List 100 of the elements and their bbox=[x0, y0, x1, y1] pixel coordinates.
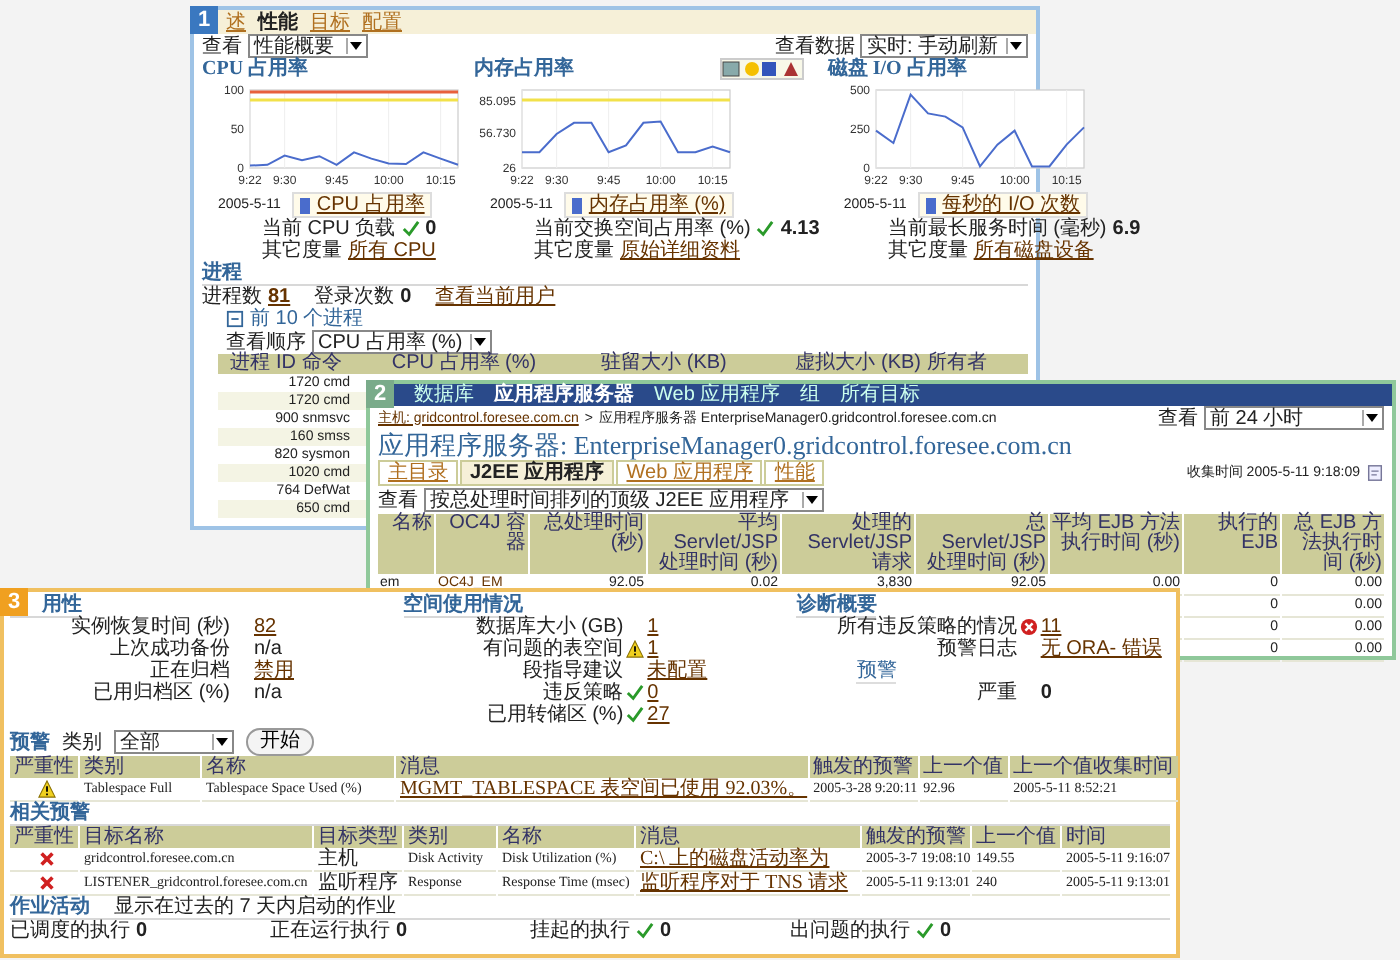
field-link[interactable]: 27 bbox=[647, 704, 777, 726]
table-cell: 监听程序 bbox=[314, 872, 402, 896]
sort-select[interactable]: CPU 占用率 (%) bbox=[312, 330, 493, 354]
chart-legend[interactable]: 每秒的 I/O 次数 bbox=[918, 192, 1089, 218]
subtab[interactable]: 主目录 bbox=[378, 460, 458, 484]
process-count[interactable]: 81 bbox=[268, 286, 291, 308]
chart-legend[interactable]: CPU 占用率 bbox=[292, 192, 433, 218]
table-view-select[interactable]: 按总处理时间排列的顶级 J2EE 应用程序 bbox=[424, 488, 824, 512]
column-header: 目标名称 bbox=[80, 826, 312, 848]
page-title: 应用程序服务器: EnterpriseManager0.gridcontrol.foresee.com.cn bbox=[378, 430, 1074, 460]
column-header: 名称 bbox=[498, 826, 634, 848]
tab[interactable]: 述 bbox=[226, 11, 246, 33]
section-title: 空间使用情况 bbox=[403, 594, 524, 618]
field-label: 已用归档区 (%) bbox=[91, 682, 230, 704]
data-view-label: 查看数据 bbox=[774, 35, 855, 57]
metric-value: 6.9 bbox=[1112, 218, 1141, 240]
field-label: 正在归档 bbox=[150, 660, 230, 682]
column-header: CPU 占用率 (%) bbox=[389, 354, 539, 374]
field-label: 上次成功备份 bbox=[108, 638, 230, 660]
job-count: 0 bbox=[660, 920, 672, 942]
field-value: n/a bbox=[254, 682, 284, 704]
field-link[interactable]: 禁用 bbox=[254, 660, 384, 682]
metrics-link[interactable]: 原始详细资料 bbox=[620, 240, 740, 262]
job-count: 0 bbox=[136, 920, 148, 942]
column-header: 消息 bbox=[396, 756, 808, 778]
column-header: 总 EJB 方法执行时间 (秒) bbox=[1282, 514, 1384, 574]
tab[interactable]: 应用程序服务器 bbox=[494, 384, 634, 406]
metric-label: 当前最长服务时间 (毫秒) bbox=[887, 218, 1107, 240]
period-select[interactable]: 前 24 小时 bbox=[1204, 406, 1384, 430]
category-select[interactable]: 全部 bbox=[114, 730, 234, 754]
subtab[interactable]: J2EE 应用程序 bbox=[460, 460, 615, 484]
caret-icon bbox=[346, 38, 364, 54]
column-header: 消息 bbox=[636, 826, 860, 848]
view-select[interactable]: 性能概要 bbox=[248, 34, 368, 58]
subtab[interactable]: 性能 bbox=[764, 460, 825, 484]
field-label: 实例恢复时间 (秒) bbox=[69, 616, 230, 638]
column-header: 驻留大小 (KB) bbox=[599, 354, 729, 374]
field-label: 严重 bbox=[974, 682, 1017, 704]
caret-icon bbox=[1006, 38, 1024, 54]
legend-label: 每秒的 I/O 次数 bbox=[942, 194, 1081, 216]
alert-message-link[interactable]: 监听程序对于 TNS 请求 bbox=[636, 872, 860, 896]
go-button[interactable]: 开始 bbox=[246, 728, 314, 756]
current-users-link[interactable]: 查看当前用户 bbox=[435, 286, 556, 308]
field-link[interactable]: 11 bbox=[1040, 616, 1170, 638]
tab[interactable]: 性能 bbox=[258, 11, 298, 33]
data-view-select[interactable]: 实时: 手动刷新 bbox=[860, 34, 1028, 58]
chart-toolbar[interactable] bbox=[719, 58, 804, 80]
process-count-label: 进程数 bbox=[202, 286, 262, 308]
field-label: 有问题的表空间 bbox=[481, 638, 624, 660]
subsection-title: 预警 bbox=[856, 660, 897, 684]
field-label: 违反策略 bbox=[541, 682, 624, 704]
tab[interactable]: 配置 bbox=[362, 11, 402, 33]
tab[interactable]: 组 bbox=[800, 384, 821, 406]
metric-value: 0 bbox=[425, 218, 437, 240]
field-link[interactable]: 82 bbox=[254, 616, 384, 638]
column-header: OC4J 容器 bbox=[436, 514, 528, 574]
field-link[interactable]: 无 ORA- 错误 bbox=[1040, 638, 1170, 660]
field-label: 段指导建议 bbox=[521, 660, 624, 682]
job-label: 挂起的执行 bbox=[530, 920, 630, 942]
step-badge: 2 bbox=[366, 380, 394, 408]
field-link[interactable]: 1 bbox=[647, 616, 777, 638]
field-label: 数据库大小 (GB) bbox=[473, 616, 624, 638]
step-badge: 3 bbox=[0, 588, 28, 616]
column-header: 时间 bbox=[1062, 826, 1170, 848]
step-badge: 1 bbox=[190, 6, 218, 34]
column-header: 上一个值 bbox=[972, 826, 1060, 848]
field-value: 0 bbox=[1040, 682, 1054, 704]
metrics-link[interactable]: 所有 CPU bbox=[348, 240, 436, 262]
chart-title: 磁盘 I/O 占用率 bbox=[827, 58, 967, 80]
chart-legend[interactable]: 内存占用率 (%) bbox=[564, 192, 734, 218]
field-label: 所有违反策略的情况 bbox=[834, 616, 1017, 638]
job-count: 0 bbox=[396, 920, 408, 942]
field-link[interactable]: 0 bbox=[647, 682, 777, 704]
job-label: 正在运行执行 bbox=[270, 920, 390, 942]
alert-message-link[interactable]: C:\ 上的磁盘活动率为 bbox=[636, 848, 860, 872]
caret-icon bbox=[802, 492, 820, 508]
metric-label: 当前 CPU 负载 bbox=[262, 218, 396, 240]
tab[interactable]: Web 应用程序 bbox=[654, 384, 781, 406]
subtab[interactable]: Web 应用程序 bbox=[616, 460, 763, 484]
column-header: 上一个值收集时间 bbox=[1009, 756, 1178, 778]
tab[interactable]: 数据库 bbox=[414, 384, 474, 406]
logins-label: 登录次数 bbox=[314, 286, 395, 308]
view-label: 查看 bbox=[378, 489, 418, 511]
jobs-description: 显示在过去的 7 天内启动的作业 bbox=[114, 896, 397, 918]
section-title: 进程 bbox=[202, 262, 1028, 286]
column-header: 触发的预警 bbox=[862, 826, 970, 848]
tab[interactable]: 所有目标 bbox=[840, 384, 921, 406]
metrics-link[interactable]: 所有磁盘设备 bbox=[973, 240, 1094, 262]
alert-message-link[interactable]: MGMT_TABLESPACE 表空间已使用 92.03%。 bbox=[396, 778, 808, 802]
legend-label: 内存占用率 (%) bbox=[588, 194, 726, 216]
field-link[interactable]: 未配置 bbox=[647, 660, 777, 682]
column-header: 类别 bbox=[80, 756, 200, 778]
field-link[interactable]: 1 bbox=[647, 638, 777, 660]
tab[interactable]: 目标 bbox=[310, 11, 350, 33]
column-header: 名称 bbox=[378, 514, 434, 574]
collapse-icon[interactable] bbox=[226, 310, 244, 328]
caret-icon bbox=[212, 734, 230, 750]
metric-value: 4.13 bbox=[780, 218, 820, 240]
job-label: 已调度的执行 bbox=[10, 920, 130, 942]
job-label: 出问题的执行 bbox=[790, 920, 910, 942]
